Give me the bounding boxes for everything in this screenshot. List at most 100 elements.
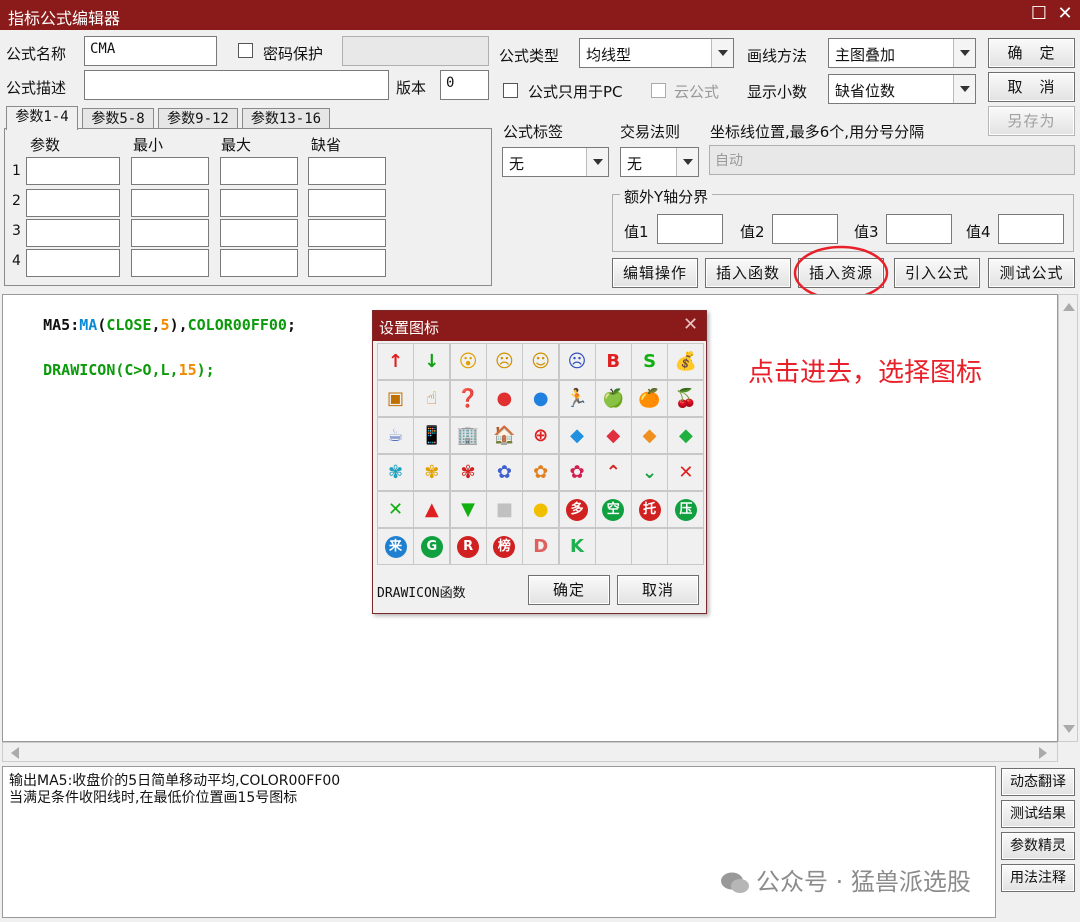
yellow-dot-icon[interactable]: ● bbox=[522, 491, 560, 528]
param-1-name[interactable] bbox=[26, 157, 120, 185]
save-as-button[interactable]: 另存为 bbox=[988, 106, 1075, 136]
red-cross-icon[interactable]: ⊕ bbox=[522, 417, 560, 454]
chevron-down-icon[interactable] bbox=[953, 75, 975, 103]
version-input[interactable]: 0 bbox=[440, 70, 489, 100]
gray-square-icon[interactable]: ■ bbox=[485, 491, 523, 528]
hand-pointer-icon[interactable]: ☝ bbox=[413, 380, 451, 417]
decimal-select[interactable]: 缺省位数 bbox=[828, 74, 976, 104]
tab-params-9-12[interactable]: 参数9-12 bbox=[158, 108, 238, 130]
blue-flower-icon[interactable]: ✿ bbox=[485, 454, 523, 491]
red-chevron-up-icon[interactable]: ⌃ bbox=[594, 454, 632, 491]
orange-flower-icon[interactable]: ✿ bbox=[522, 454, 560, 491]
chevron-down-icon[interactable] bbox=[676, 148, 698, 176]
running-man-icon[interactable]: 🏃 bbox=[558, 380, 596, 417]
dynamic-translate-button[interactable]: 动态翻译 bbox=[1001, 768, 1075, 796]
formula-type-select[interactable]: 均线型 bbox=[579, 38, 734, 68]
down-arrow-icon[interactable]: ↓ bbox=[413, 343, 451, 380]
param-4-max[interactable] bbox=[220, 249, 298, 277]
value3-input[interactable] bbox=[886, 214, 952, 244]
editor-horizontal-scrollbar[interactable] bbox=[2, 742, 1058, 762]
param-wizard-button[interactable]: 参数精灵 bbox=[1001, 832, 1075, 860]
maximize-icon[interactable]: ☐ bbox=[1028, 3, 1050, 25]
red-x-icon[interactable]: ✕ bbox=[667, 454, 705, 491]
cup-icon[interactable]: ☕ bbox=[377, 417, 414, 454]
green-x-icon[interactable]: ✕ bbox=[377, 491, 414, 528]
param-4-name[interactable] bbox=[26, 249, 120, 277]
red-butterfly-icon[interactable]: ✾ bbox=[449, 454, 487, 491]
value2-input[interactable] bbox=[772, 214, 838, 244]
param-2-name[interactable] bbox=[26, 189, 120, 217]
formula-name-input[interactable]: CMA bbox=[84, 36, 217, 66]
param-3-min[interactable] bbox=[131, 219, 209, 247]
green-triangle-down-icon[interactable]: ▼ bbox=[449, 491, 487, 528]
phone-icon[interactable]: 📱 bbox=[413, 417, 451, 454]
letter-d-icon[interactable]: D bbox=[522, 528, 560, 565]
green-diamond-icon[interactable]: ◆ bbox=[667, 417, 705, 454]
blue-diamond-icon[interactable]: ◆ bbox=[558, 417, 596, 454]
insert-function-button[interactable]: 插入函数 bbox=[705, 258, 791, 288]
green-apple-icon[interactable]: 🍏 bbox=[594, 380, 632, 417]
formula-tag-select[interactable]: 无 bbox=[502, 147, 609, 177]
money-bag-icon[interactable]: 💰 bbox=[667, 343, 705, 380]
sad-face-icon[interactable]: ☹ bbox=[485, 343, 523, 380]
chevron-down-icon[interactable] bbox=[711, 39, 733, 67]
letter-k-icon[interactable]: K bbox=[558, 528, 596, 565]
tab-params-13-16[interactable]: 参数13-16 bbox=[242, 108, 330, 130]
editor-vertical-scrollbar[interactable] bbox=[1058, 294, 1078, 742]
param-2-max[interactable] bbox=[220, 189, 298, 217]
red-flower-icon[interactable]: ✿ bbox=[558, 454, 596, 491]
pc-only-checkbox[interactable] bbox=[503, 83, 518, 98]
param-2-default[interactable] bbox=[308, 189, 386, 217]
tab-params-1-4[interactable]: 参数1-4 bbox=[6, 106, 78, 130]
tab-params-5-8[interactable]: 参数5-8 bbox=[82, 108, 154, 130]
house-icon[interactable]: 🏠 bbox=[485, 417, 523, 454]
red-diamond-icon[interactable]: ◆ bbox=[594, 417, 632, 454]
up-arrow-icon[interactable]: ↑ bbox=[377, 343, 414, 380]
param-3-max[interactable] bbox=[220, 219, 298, 247]
ya-badge-icon[interactable]: 压 bbox=[667, 491, 705, 528]
close-icon[interactable]: ✕ bbox=[1054, 3, 1076, 25]
yellow-butterfly-icon[interactable]: ✾ bbox=[413, 454, 451, 491]
chevron-down-icon[interactable] bbox=[953, 39, 975, 67]
tuo-badge-icon[interactable]: 托 bbox=[631, 491, 669, 528]
blue-sad-face-icon[interactable]: ☹ bbox=[558, 343, 596, 380]
chevron-down-icon[interactable] bbox=[586, 148, 608, 176]
orange-fruit-icon[interactable]: 🍊 bbox=[631, 380, 669, 417]
orange-diamond-icon[interactable]: ◆ bbox=[631, 417, 669, 454]
duo-badge-icon[interactable]: 多 bbox=[558, 491, 596, 528]
letter-g-badge-icon[interactable]: G bbox=[413, 528, 451, 565]
trade-rule-select[interactable]: 无 bbox=[620, 147, 699, 177]
smile-face-icon[interactable]: ☺ bbox=[522, 343, 560, 380]
edit-operations-button[interactable]: 编辑操作 bbox=[612, 258, 698, 288]
param-2-min[interactable] bbox=[131, 189, 209, 217]
kong-badge-icon[interactable]: 空 bbox=[594, 491, 632, 528]
test-result-button[interactable]: 测试结果 bbox=[1001, 800, 1075, 828]
letter-b-icon[interactable]: B bbox=[594, 343, 632, 380]
formula-desc-input[interactable] bbox=[84, 70, 389, 100]
value1-input[interactable] bbox=[657, 214, 723, 244]
draw-method-select[interactable]: 主图叠加 bbox=[828, 38, 976, 68]
red-ball-icon[interactable]: ● bbox=[485, 380, 523, 417]
param-1-default[interactable] bbox=[308, 157, 386, 185]
value4-input[interactable] bbox=[998, 214, 1064, 244]
letter-s-icon[interactable]: S bbox=[631, 343, 669, 380]
dialog-ok-button[interactable]: 确定 bbox=[528, 575, 610, 605]
speech-bubble-icon[interactable]: ❓ bbox=[449, 380, 487, 417]
surprised-face-icon[interactable]: 😮 bbox=[449, 343, 487, 380]
cancel-button[interactable]: 取 消 bbox=[988, 72, 1075, 102]
password-checkbox[interactable] bbox=[238, 43, 253, 58]
coord-line-input[interactable]: 自动 bbox=[709, 145, 1075, 175]
blue-ball-icon[interactable]: ● bbox=[522, 380, 560, 417]
letter-r-badge-icon[interactable]: R bbox=[449, 528, 487, 565]
fruit-cluster-icon[interactable]: 🍒 bbox=[667, 380, 705, 417]
red-triangle-up-icon[interactable]: ▲ bbox=[413, 491, 451, 528]
param-3-default[interactable] bbox=[308, 219, 386, 247]
cloud-checkbox[interactable] bbox=[651, 83, 666, 98]
dialog-cancel-button[interactable]: 取消 bbox=[617, 575, 699, 605]
bang-badge-icon[interactable]: 榜 bbox=[485, 528, 523, 565]
param-3-name[interactable] bbox=[26, 219, 120, 247]
green-chevron-down-icon[interactable]: ⌄ bbox=[631, 454, 669, 491]
param-1-min[interactable] bbox=[131, 157, 209, 185]
lai-badge-icon[interactable]: 来 bbox=[377, 528, 414, 565]
param-4-min[interactable] bbox=[131, 249, 209, 277]
